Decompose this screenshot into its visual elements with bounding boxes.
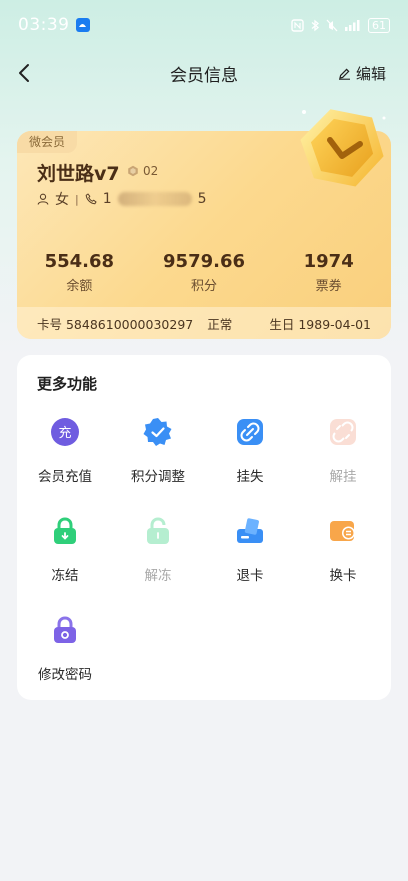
func-label: 修改密码: [38, 667, 92, 683]
member-birthday: 生日 1989-04-01: [269, 316, 371, 332]
status-time: 03:39: [18, 15, 70, 35]
link-icon: [237, 419, 263, 445]
phone-icon: [85, 193, 97, 205]
func-recharge[interactable]: 充 会员充值: [19, 417, 111, 485]
status-indicators: 61: [291, 17, 390, 33]
edit-label: 编辑: [355, 65, 386, 83]
func-unfreeze: 解冻: [112, 516, 204, 584]
member-gender: 女: [55, 192, 69, 208]
panel-title: 更多功能: [37, 375, 98, 393]
signal-icon: [345, 20, 360, 31]
func-swap-card[interactable]: 换卡: [297, 516, 389, 584]
swap-card-icon: [330, 521, 355, 541]
member-level: 02: [127, 164, 158, 178]
password-lock-icon: [54, 616, 76, 643]
func-label: 积分调整: [131, 469, 185, 485]
stat-value: 554.68: [44, 251, 115, 272]
func-label: 换卡: [329, 568, 357, 584]
svg-text:充: 充: [58, 425, 71, 441]
info-divider: |: [75, 192, 79, 206]
stat-label: 积分: [191, 279, 218, 294]
func-freeze[interactable]: 冻结: [19, 516, 111, 584]
stat-value: 1974: [303, 251, 354, 272]
recharge-icon: 充: [51, 418, 79, 446]
unlink-icon: [330, 419, 356, 445]
phone-suffix: 5: [197, 191, 207, 207]
phone-redacted: [117, 192, 192, 206]
member-badge-icon: [300, 109, 386, 187]
stat-points[interactable]: 9579.66 积分: [142, 251, 267, 294]
lock-icon: [54, 517, 76, 544]
phone-prefix: 1: [102, 191, 112, 207]
card-status: 正常: [207, 316, 233, 332]
stat-value: 9579.66: [163, 251, 245, 272]
func-report-loss[interactable]: 挂失: [204, 417, 296, 485]
card-number: 卡号 5848610000030297: [37, 316, 194, 332]
mute-icon: [326, 19, 338, 31]
battery-indicator: 61: [368, 17, 390, 33]
person-icon: [37, 193, 49, 205]
more-functions-panel: 更多功能 充 会员充值 积分调整 挂失 解挂 冻结 解冻 退卡 换卡 修改密码: [17, 355, 391, 700]
return-card-icon: [237, 518, 263, 543]
points-adjust-icon: [143, 418, 172, 446]
card-footer: 卡号 5848610000030297 正常 生日 1989-04-01: [17, 307, 391, 339]
func-points-adjust[interactable]: 积分调整: [112, 417, 204, 485]
func-change-password[interactable]: 修改密码: [19, 615, 111, 683]
func-label: 解挂: [329, 469, 357, 485]
edit-icon: [338, 68, 350, 80]
func-label: 挂失: [236, 469, 264, 485]
level-badge-icon: [128, 165, 138, 177]
func-cancel-loss: 解挂: [297, 417, 389, 485]
func-label: 会员充值: [38, 469, 92, 485]
stat-label: 余额: [66, 279, 93, 294]
app-notification-icon: [75, 18, 90, 32]
member-type-tag: 微会员: [17, 131, 78, 153]
stat-balance[interactable]: 554.68 余额: [17, 251, 142, 294]
stat-label: 票券: [315, 279, 342, 294]
func-label: 解冻: [144, 568, 172, 584]
func-return-card[interactable]: 退卡: [204, 516, 296, 584]
member-name: 刘世路v7: [37, 163, 120, 185]
page-title: 会员信息: [170, 65, 238, 86]
back-icon[interactable]: [14, 62, 36, 84]
unlock-icon: [147, 517, 169, 544]
level-value: 02: [143, 164, 159, 178]
func-label: 冻结: [51, 568, 79, 584]
stat-coupons[interactable]: 1974 票券: [266, 251, 391, 294]
member-basic-info: 女 | 1 5: [37, 189, 207, 209]
nfc-icon: [291, 18, 304, 32]
card-stats: 554.68 余额 9579.66 积分 1974 票券: [17, 251, 391, 294]
bluetooth-icon: [311, 19, 320, 31]
edit-button[interactable]: 编辑: [338, 63, 386, 84]
func-label: 退卡: [236, 568, 264, 584]
status-bar: 03:39 61: [0, 0, 408, 50]
nav-bar: 会员信息 编辑: [0, 50, 408, 96]
